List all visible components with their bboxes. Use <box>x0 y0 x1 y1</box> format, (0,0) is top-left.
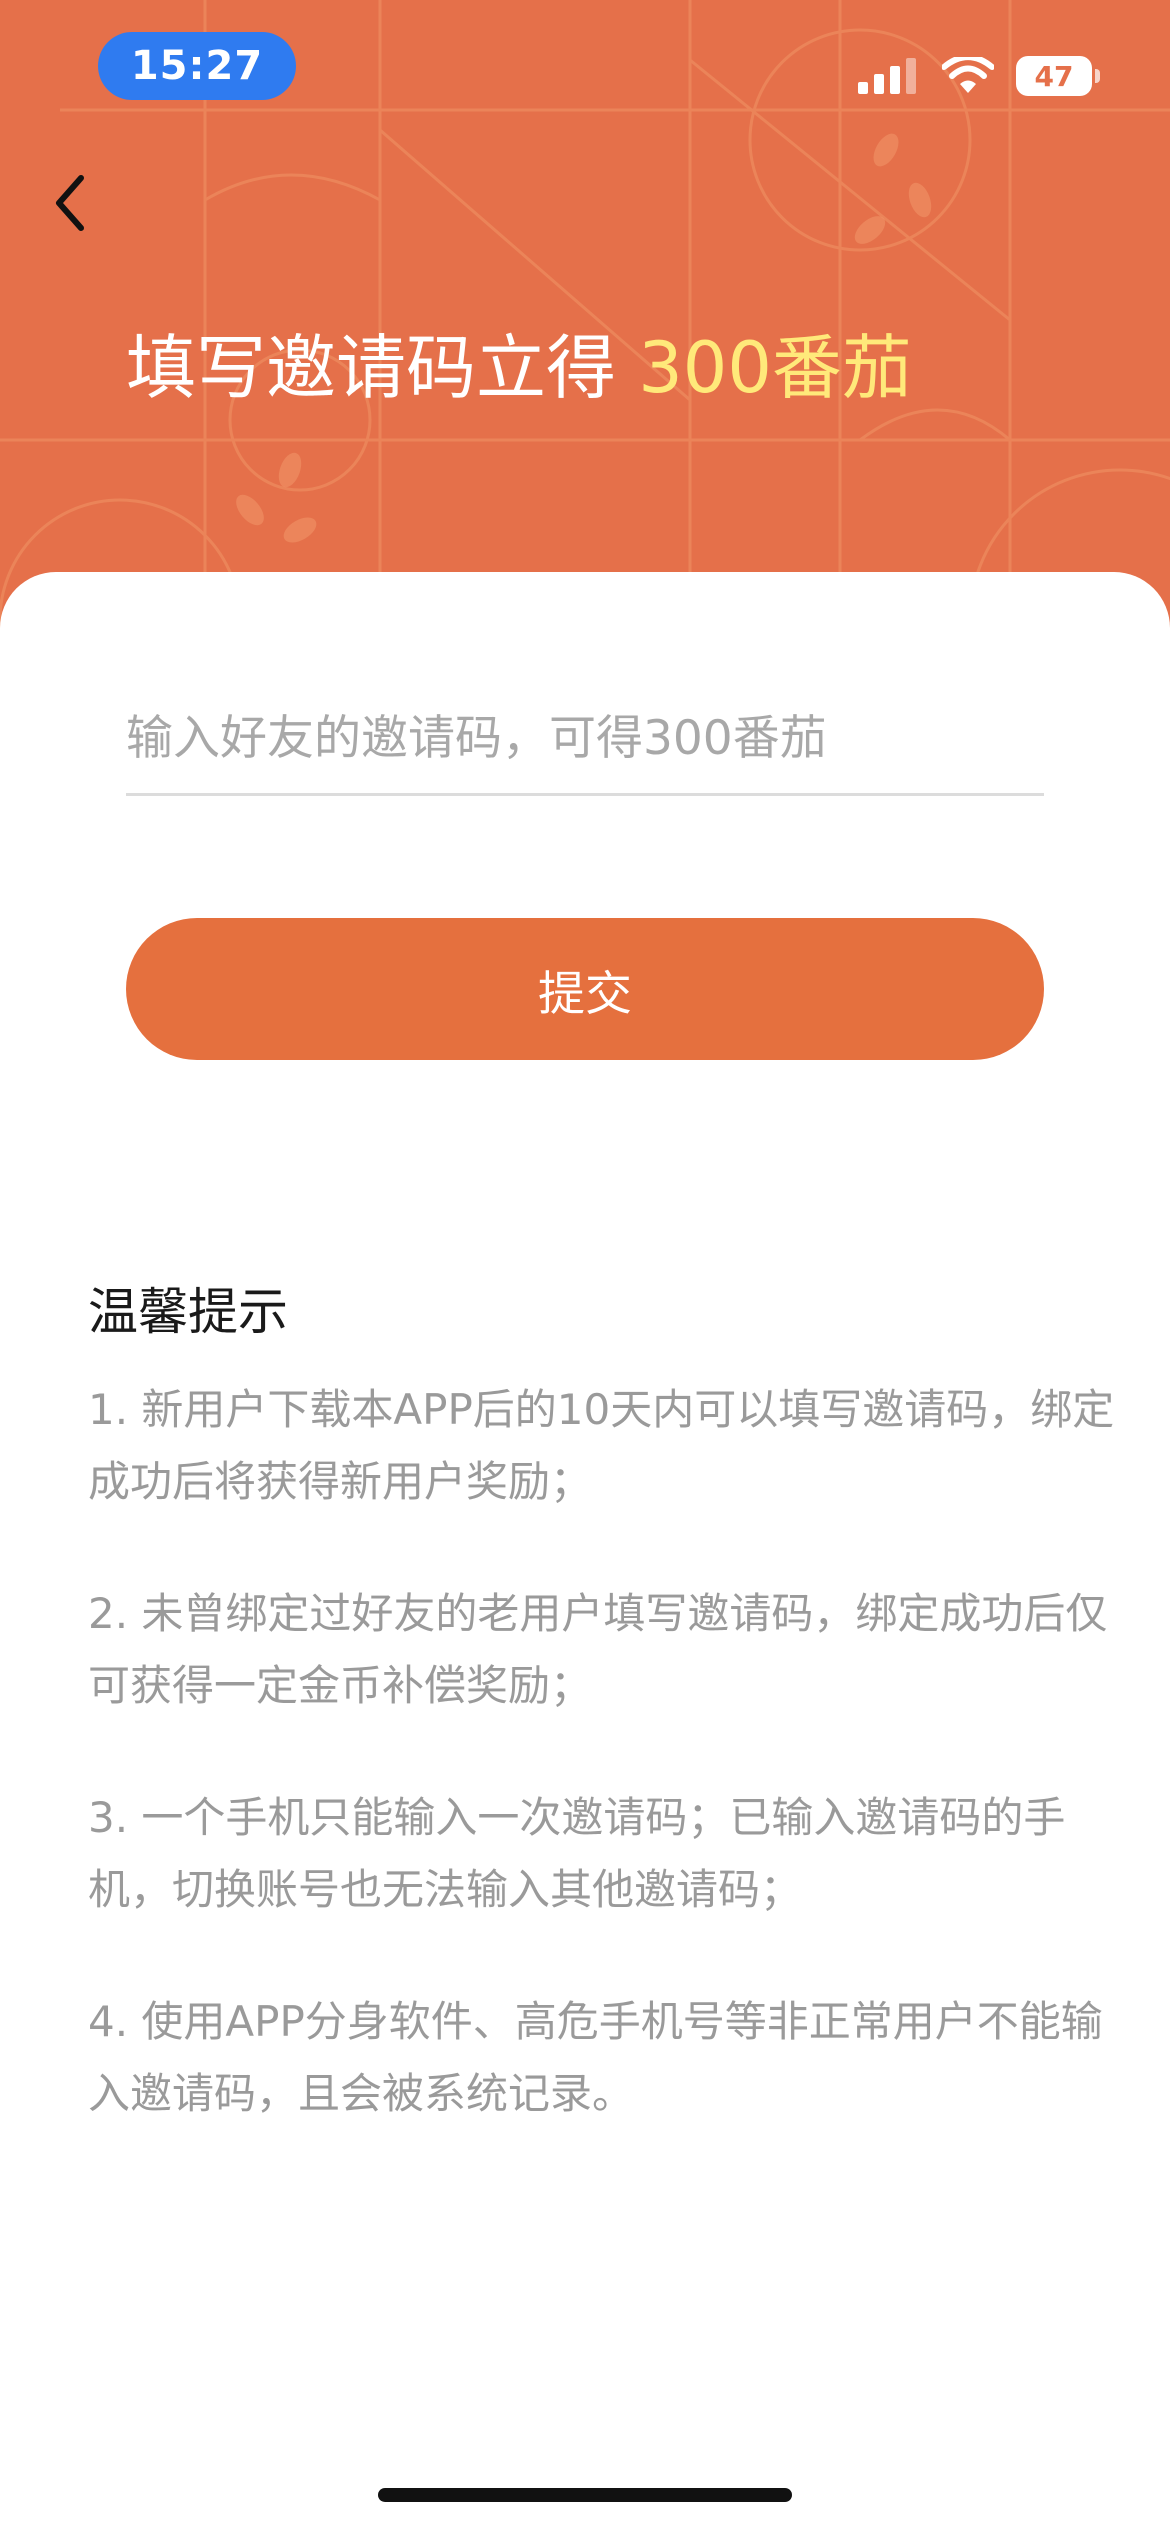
chevron-left-icon <box>56 175 84 231</box>
invite-code-page: 15:27 47 填写邀请码立得 300番茄 提交 温馨提示 <box>0 0 1170 2532</box>
tip-item: 1. 新用户下载本APP后的10天内可以填写邀请码，绑定成功后将获得新用户奖励； <box>88 1385 1115 1506</box>
tip-item: 4. 使用APP分身软件、高危手机号等非正常用户不能输入邀请码，且会被系统记录。 <box>88 1997 1103 2118</box>
battery-icon: 47 <box>1016 56 1100 96</box>
status-icons: 47 <box>858 52 1100 100</box>
tip-item: 3. 一个手机只能输入一次邀请码；已输入邀请码的手机，切换账号也无法输入其他邀请… <box>88 1793 1066 1914</box>
status-time: 15:27 <box>98 32 296 100</box>
tips-list: 1. 新用户下载本APP后的10天内可以填写邀请码，绑定成功后将获得新用户奖励；… <box>88 1374 1128 2190</box>
back-button[interactable] <box>40 168 100 238</box>
cellular-signal-icon <box>858 58 916 94</box>
home-indicator[interactable] <box>378 2488 792 2502</box>
submit-button[interactable]: 提交 <box>126 918 1044 1060</box>
page-title: 填写邀请码立得 300番茄 <box>126 312 912 413</box>
tip-item: 2. 未曾绑定过好友的老用户填写邀请码，绑定成功后仅可获得一定金币补偿奖励； <box>88 1589 1108 1710</box>
wifi-icon <box>942 57 994 93</box>
header-banner: 15:27 47 填写邀请码立得 300番茄 <box>0 0 1170 640</box>
invite-code-input[interactable] <box>126 684 1044 796</box>
tips-title: 温馨提示 <box>88 1283 288 1341</box>
content-card: 提交 温馨提示 1. 新用户下载本APP后的10天内可以填写邀请码，绑定成功后将… <box>0 572 1170 2532</box>
title-text: 填写邀请码立得 <box>126 327 639 409</box>
title-reward-amount: 300番茄 <box>638 327 912 409</box>
